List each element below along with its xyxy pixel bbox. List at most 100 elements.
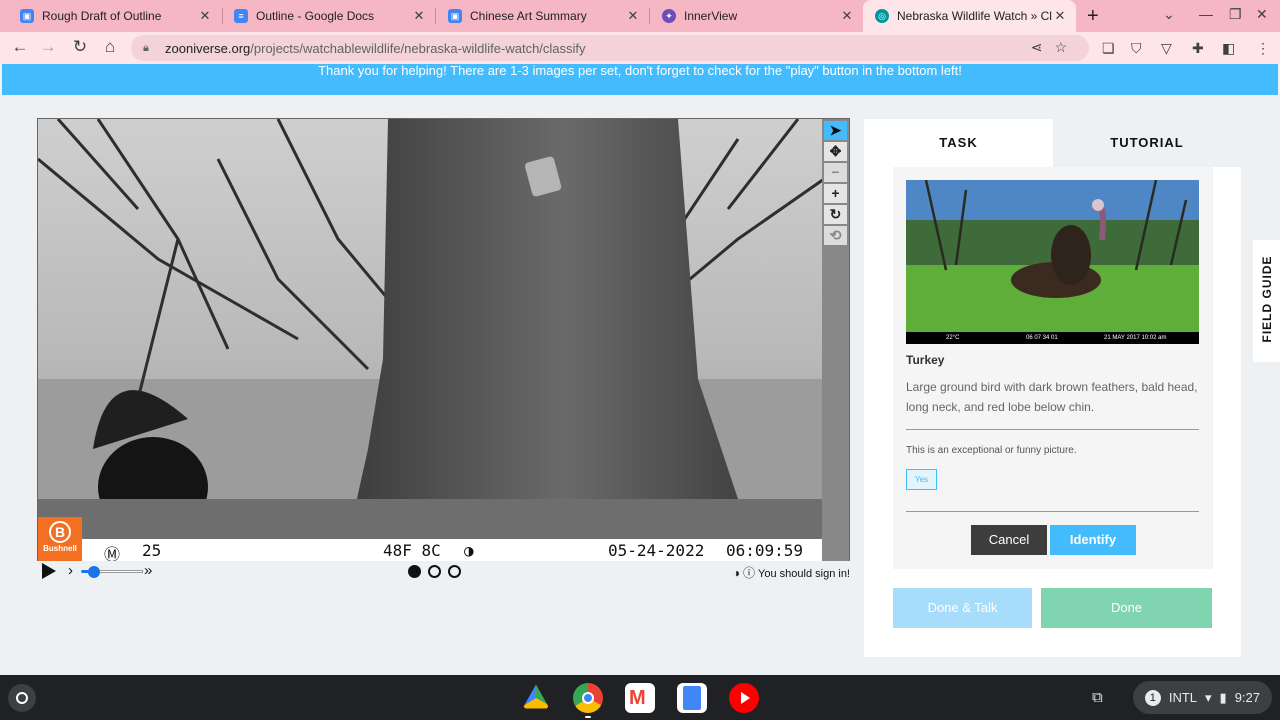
chrome-icon[interactable] [573, 683, 603, 718]
task-panel: TASK TUTORIAL 22°C 06 07 34 01 21 MAY 20… [864, 119, 1241, 657]
slides-favicon-icon: ▣ [20, 9, 34, 23]
notification-badge: 1 [1144, 689, 1161, 706]
yes-button[interactable]: Yes [906, 469, 937, 490]
viewer-toolbar: ➤ ✥ − + ↻ ⟲ [822, 119, 849, 561]
browser-tab-5[interactable]: ◎ Nebraska Wildlife Watch » Cla ✕ [863, 0, 1076, 32]
tab-title: Rough Draft of Outline [42, 9, 162, 23]
slides-favicon-icon: ▣ [448, 9, 462, 23]
zoom-out-icon[interactable]: − [824, 163, 847, 182]
slider-knob[interactable] [88, 566, 101, 578]
gmail-icon[interactable]: M [625, 683, 655, 713]
capture-time: 06:09:59 [726, 541, 804, 560]
browser-tab-1[interactable]: ▣ Rough Draft of Outline ✕ [8, 0, 221, 32]
zoom-in-icon[interactable]: + [824, 184, 847, 203]
extension-v-icon[interactable]: ▽ [1161, 40, 1172, 57]
bushnell-wordmark: Bushnell [43, 544, 77, 553]
thumb-camera-strip: 22°C 06 07 34 01 21 MAY 2017 10:02 am [906, 332, 1199, 344]
extension-shield-icon[interactable]: ⛉ [1131, 40, 1142, 57]
lock-icon: 🔒︎ [143, 41, 149, 54]
bushnell-logo: B Bushnell [38, 517, 82, 561]
close-tab-icon[interactable]: ✕ [839, 8, 855, 24]
menu-kebab-icon[interactable]: ⋮ [1256, 40, 1270, 57]
holding-space-icon[interactable]: ⧉ [1092, 689, 1103, 706]
back-icon[interactable]: ← [10, 37, 30, 57]
docs-icon[interactable] [677, 683, 707, 713]
tab-search-icon[interactable]: ⌄ [1163, 6, 1175, 23]
reload-icon[interactable]: ↻ [70, 37, 90, 57]
browser-tab-4[interactable]: ✦ InnerView ✕ [650, 0, 863, 32]
frame-dot-2[interactable] [428, 565, 441, 578]
slow-down-icon[interactable]: › [68, 562, 73, 579]
thumb-date: 21 MAY 2017 10:02 am [1104, 335, 1167, 341]
task-tabs: TASK TUTORIAL [864, 119, 1241, 167]
new-tab-icon[interactable]: + [1087, 5, 1099, 28]
address-bar[interactable]: 🔒︎ zooniverse.org/projects/watchablewild… [131, 35, 1089, 61]
browser-tab-strip: ▣ Rough Draft of Outline ✕ ≡ Outline - G… [0, 0, 1280, 32]
identify-button[interactable]: Identify [1050, 525, 1136, 555]
pointer-icon[interactable]: ➤ [824, 121, 847, 140]
home-icon[interactable]: ⌂ [100, 37, 120, 57]
move-icon[interactable]: ✥ [824, 142, 847, 161]
field-guide-tab[interactable]: FIELD GUIDE [1253, 240, 1280, 362]
browser-toolbar: ← → ↻ ⌂ 🔒︎ zooniverse.org/projects/watch… [0, 32, 1280, 64]
temperature-readout: 48F 8C [383, 541, 441, 560]
rotate-icon[interactable]: ↻ [824, 205, 847, 224]
frame-dot-3[interactable] [448, 565, 461, 578]
docs-favicon-icon: ≡ [234, 9, 248, 23]
innerview-favicon-icon: ✦ [662, 9, 676, 23]
thumb-code: 06 07 34 01 [1026, 335, 1058, 341]
contrast-icon: ◑ [464, 541, 474, 560]
system-tray[interactable]: 1 INTL ▾ ▮ 9:27 [1132, 681, 1272, 714]
divider [906, 511, 1199, 512]
info-icon[interactable]: ⓘ [743, 566, 755, 580]
tab-task[interactable]: TASK [864, 119, 1053, 167]
zooniverse-favicon-icon: ◎ [875, 9, 889, 23]
url-host: zooniverse.org [165, 40, 251, 56]
launcher-icon[interactable] [8, 684, 36, 712]
close-window-icon[interactable]: ✕ [1256, 6, 1268, 23]
done-button[interactable]: Done [1041, 588, 1212, 628]
restore-icon[interactable]: ❐ [1229, 6, 1242, 23]
tab-title: Outline - Google Docs [256, 9, 375, 23]
playback-speed-slider[interactable] [81, 566, 143, 578]
camera-info-strip: Ⓜ 25 48F 8C ◑ 05-24-2022 06:09:59 [38, 539, 824, 561]
frame-dot-1[interactable] [408, 565, 421, 578]
url-path: /projects/watchablewildlife/nebraska-wil… [250, 40, 586, 56]
banner-text: Thank you for helping! There are 1-3 ima… [318, 64, 962, 78]
share-icon[interactable]: ⋖ [1031, 39, 1055, 55]
browser-tab-3[interactable]: ▣ Chinese Art Summary ✕ [436, 0, 649, 32]
trail-camera-photo[interactable]: Ⓜ 25 48F 8C ◑ 05-24-2022 06:09:59 B Bush… [38, 119, 824, 561]
species-detail: 22°C 06 07 34 01 21 MAY 2017 10:02 am Tu… [893, 167, 1213, 569]
frame-controls: › » ◑ ⓘ You should sign in! [37, 562, 850, 582]
os-shelf: M ⧉ 1 INTL ▾ ▮ 9:27 [0, 675, 1280, 720]
ime-indicator: INTL [1168, 690, 1197, 705]
extension-copy-icon[interactable]: ❏ [1102, 40, 1115, 57]
browser-tab-2[interactable]: ≡ Outline - Google Docs ✕ [222, 0, 435, 32]
play-icon[interactable] [42, 563, 56, 579]
cancel-button[interactable]: Cancel [971, 525, 1047, 555]
contrast-toggle-icon[interactable]: ◑ [733, 566, 740, 580]
clock: 9:27 [1234, 690, 1260, 705]
reset-icon[interactable]: ⟲ [824, 226, 847, 245]
tab-tutorial[interactable]: TUTORIAL [1053, 119, 1241, 167]
close-tab-icon[interactable]: ✕ [411, 8, 427, 24]
done-and-talk-button[interactable]: Done & Talk [893, 588, 1032, 628]
close-tab-icon[interactable]: ✕ [1052, 8, 1068, 24]
speed-up-icon[interactable]: » [144, 562, 152, 579]
frame-pager [408, 565, 468, 581]
close-tab-icon[interactable]: ✕ [625, 8, 641, 24]
info-banner: Thank you for helping! There are 1-3 ima… [2, 64, 1278, 95]
side-panel-icon[interactable]: ◧ [1222, 40, 1235, 57]
tab-title: Nebraska Wildlife Watch » Cla [897, 9, 1052, 23]
drive-icon[interactable] [522, 684, 550, 709]
minimize-icon[interactable]: — [1199, 6, 1213, 22]
extensions-puzzle-icon[interactable]: ✚ [1192, 40, 1204, 57]
close-tab-icon[interactable]: ✕ [197, 8, 213, 24]
bookmark-star-icon[interactable]: ☆ [1054, 39, 1079, 55]
species-example-photo: 22°C 06 07 34 01 21 MAY 2017 10:02 am [906, 180, 1199, 344]
turkey-photo [906, 180, 1199, 335]
youtube-icon[interactable] [729, 683, 759, 713]
sequence-number: 25 [142, 541, 162, 560]
forward-icon[interactable]: → [38, 37, 58, 57]
tab-title: InnerView [684, 9, 738, 23]
